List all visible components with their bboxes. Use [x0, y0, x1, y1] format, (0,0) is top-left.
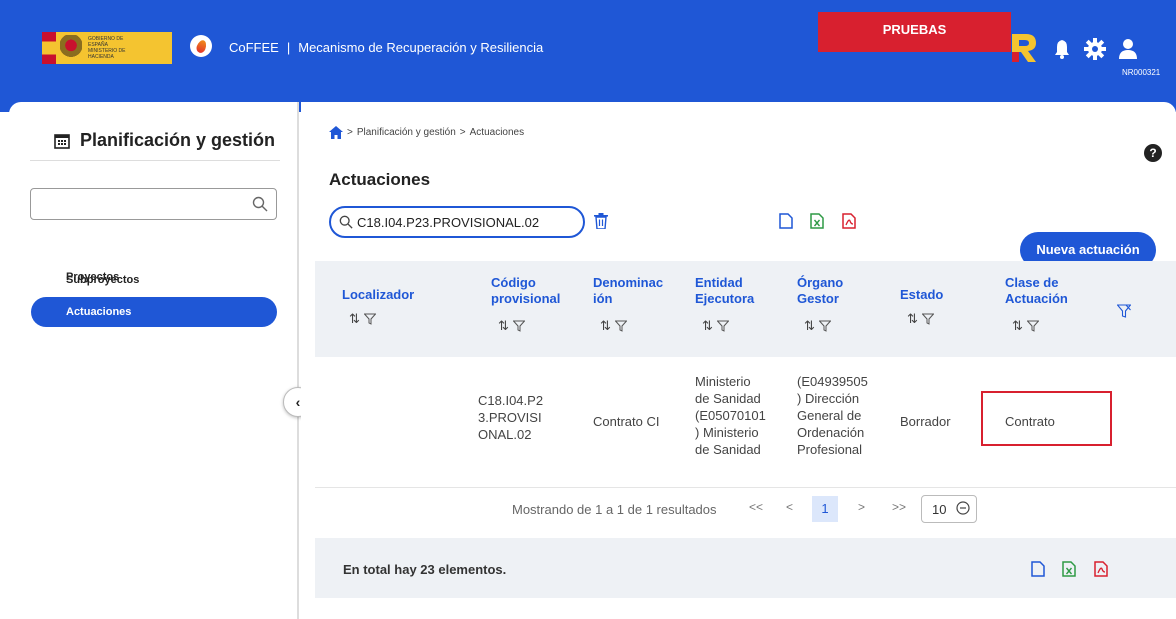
row-divider: [315, 487, 1176, 488]
pagination-first-button[interactable]: <<: [749, 500, 763, 514]
app-header: GOBIERNO DE ESPAÑA MINISTERIO DE HACIEND…: [0, 0, 1176, 112]
coffee-flame-icon: [190, 35, 212, 57]
filter-icon[interactable]: [921, 313, 934, 325]
breadcrumb-separator: >: [347, 127, 353, 138]
column-controls: ⇅: [1012, 318, 1039, 334]
cell-entidad: Ministerio de Sanidad (E05070101) Minister…: [695, 374, 766, 457]
column-controls: ⇅: [600, 318, 627, 334]
cell-codigo: C18.I04.P2 3.PROVISI ONAL.02: [478, 393, 544, 442]
sidebar-divider: [30, 160, 280, 161]
filter-icon[interactable]: [363, 313, 376, 325]
breadcrumb-separator: >: [459, 127, 466, 138]
excel-icon[interactable]: [810, 213, 824, 229]
column-controls: ⇅: [907, 311, 934, 327]
column-header-localizador[interactable]: Localizador: [342, 287, 414, 303]
filter-icon[interactable]: [818, 320, 831, 332]
sidebar-search-input[interactable]: [30, 188, 277, 220]
total-count: En total hay 23 elementos.: [343, 562, 507, 577]
cell-denominacion: Contrato CI: [593, 414, 660, 429]
search-icon: [252, 196, 268, 212]
column-header-estado[interactable]: Estado: [900, 287, 943, 303]
sidebar-title-text: Planificación y gestión: [80, 130, 276, 150]
file-icon[interactable]: [779, 213, 793, 229]
sort-icon[interactable]: ⇅: [1012, 318, 1023, 334]
excel-icon[interactable]: [1062, 561, 1076, 577]
sort-icon[interactable]: ⇅: [702, 318, 713, 334]
coat-of-arms-icon: [60, 35, 82, 61]
spain-flag-icon: [42, 32, 56, 64]
column-header-clase[interactable]: Clase de Actuación: [1005, 275, 1068, 307]
app-name: CoFFEE: [229, 40, 279, 55]
pagination-current-page[interactable]: 1: [812, 496, 838, 522]
home-icon[interactable]: [329, 126, 343, 139]
filter-icon[interactable]: [716, 320, 729, 332]
breadcrumb: > Planificación y gestión > Actuaciones: [329, 126, 524, 139]
clear-filters-icon[interactable]: [1117, 304, 1131, 318]
sort-icon[interactable]: ⇅: [804, 318, 815, 334]
sidebar: Planificación y gestión Proyectos: [9, 102, 299, 619]
search-icon: [339, 215, 353, 229]
search-input[interactable]: [357, 213, 577, 231]
column-header-organo[interactable]: Órgano Gestor: [797, 275, 843, 307]
pdf-icon[interactable]: [842, 213, 856, 229]
page-title: Actuaciones: [329, 170, 431, 189]
sort-icon[interactable]: ⇅: [349, 311, 360, 327]
column-controls: ⇅: [702, 318, 729, 334]
government-logo: GOBIERNO DE ESPAÑA MINISTERIO DE HACIEND…: [42, 32, 172, 64]
sort-icon[interactable]: ⇅: [907, 311, 918, 327]
sidebar-title: Planificación y gestión: [54, 130, 275, 151]
government-logo-text: GOBIERNO DE ESPAÑA MINISTERIO DE HACIEND…: [88, 36, 126, 60]
pagination-summary: Mostrando de 1 a 1 de 1 resultados: [512, 502, 717, 517]
pagination-last-button[interactable]: >>: [892, 500, 906, 514]
column-header-entidad[interactable]: Entidad Ejecutora: [695, 275, 754, 307]
highlight-box: [981, 391, 1112, 446]
chevron-left-icon: ‹: [295, 394, 301, 410]
breadcrumb-item-planificacion[interactable]: Planificación y gestión: [357, 127, 456, 138]
column-controls: ⇅: [804, 318, 831, 334]
sidebar-item-subproyectos[interactable]: Subproyectos: [31, 265, 277, 295]
pagination-prev-button[interactable]: <: [786, 500, 793, 514]
environment-badge: PRUEBAS: [818, 12, 1011, 52]
sidebar-item-actuaciones[interactable]: Actuaciones: [31, 297, 277, 327]
page-size-select[interactable]: 10: [921, 495, 977, 523]
column-header-codigo[interactable]: Código provisional: [491, 275, 560, 307]
column-controls: ⇅: [498, 318, 525, 334]
file-icon[interactable]: [1031, 561, 1045, 577]
pagination-next-button[interactable]: >: [858, 500, 865, 514]
minus-circle-icon: [956, 501, 970, 515]
gear-icon[interactable]: [1084, 38, 1106, 60]
user-icon[interactable]: [1117, 38, 1139, 60]
sort-icon[interactable]: ⇅: [600, 318, 611, 334]
pdf-icon[interactable]: [1094, 561, 1108, 577]
user-code: NR000321: [1122, 68, 1161, 77]
trash-icon[interactable]: [594, 213, 608, 229]
page-size-value: 10: [932, 502, 947, 517]
column-header-denominacion[interactable]: Denominac ión: [593, 275, 663, 307]
cell-organo: (E04939505) Dirección General de Ordenació…: [797, 374, 868, 457]
column-controls: ⇅: [349, 311, 376, 327]
app-subtitle: Mecanismo de Recuperación y Resiliencia: [298, 40, 544, 55]
app-title: CoFFEE | Mecanismo de Recuperación y Resil…: [229, 40, 543, 55]
title-separator: |: [286, 40, 291, 55]
breadcrumb-item-actuaciones: Actuaciones: [469, 127, 525, 138]
filter-icon[interactable]: [512, 320, 525, 332]
cell-estado: Borrador: [900, 414, 951, 429]
recovery-plan-logo-icon: [1012, 34, 1036, 62]
bell-icon[interactable]: [1051, 38, 1073, 60]
filter-icon[interactable]: [1026, 320, 1039, 332]
search-field[interactable]: [329, 206, 585, 238]
sort-icon[interactable]: ⇅: [498, 318, 509, 334]
building-icon: [54, 133, 70, 149]
help-icon[interactable]: ?: [1144, 144, 1162, 162]
filter-icon[interactable]: [614, 320, 627, 332]
